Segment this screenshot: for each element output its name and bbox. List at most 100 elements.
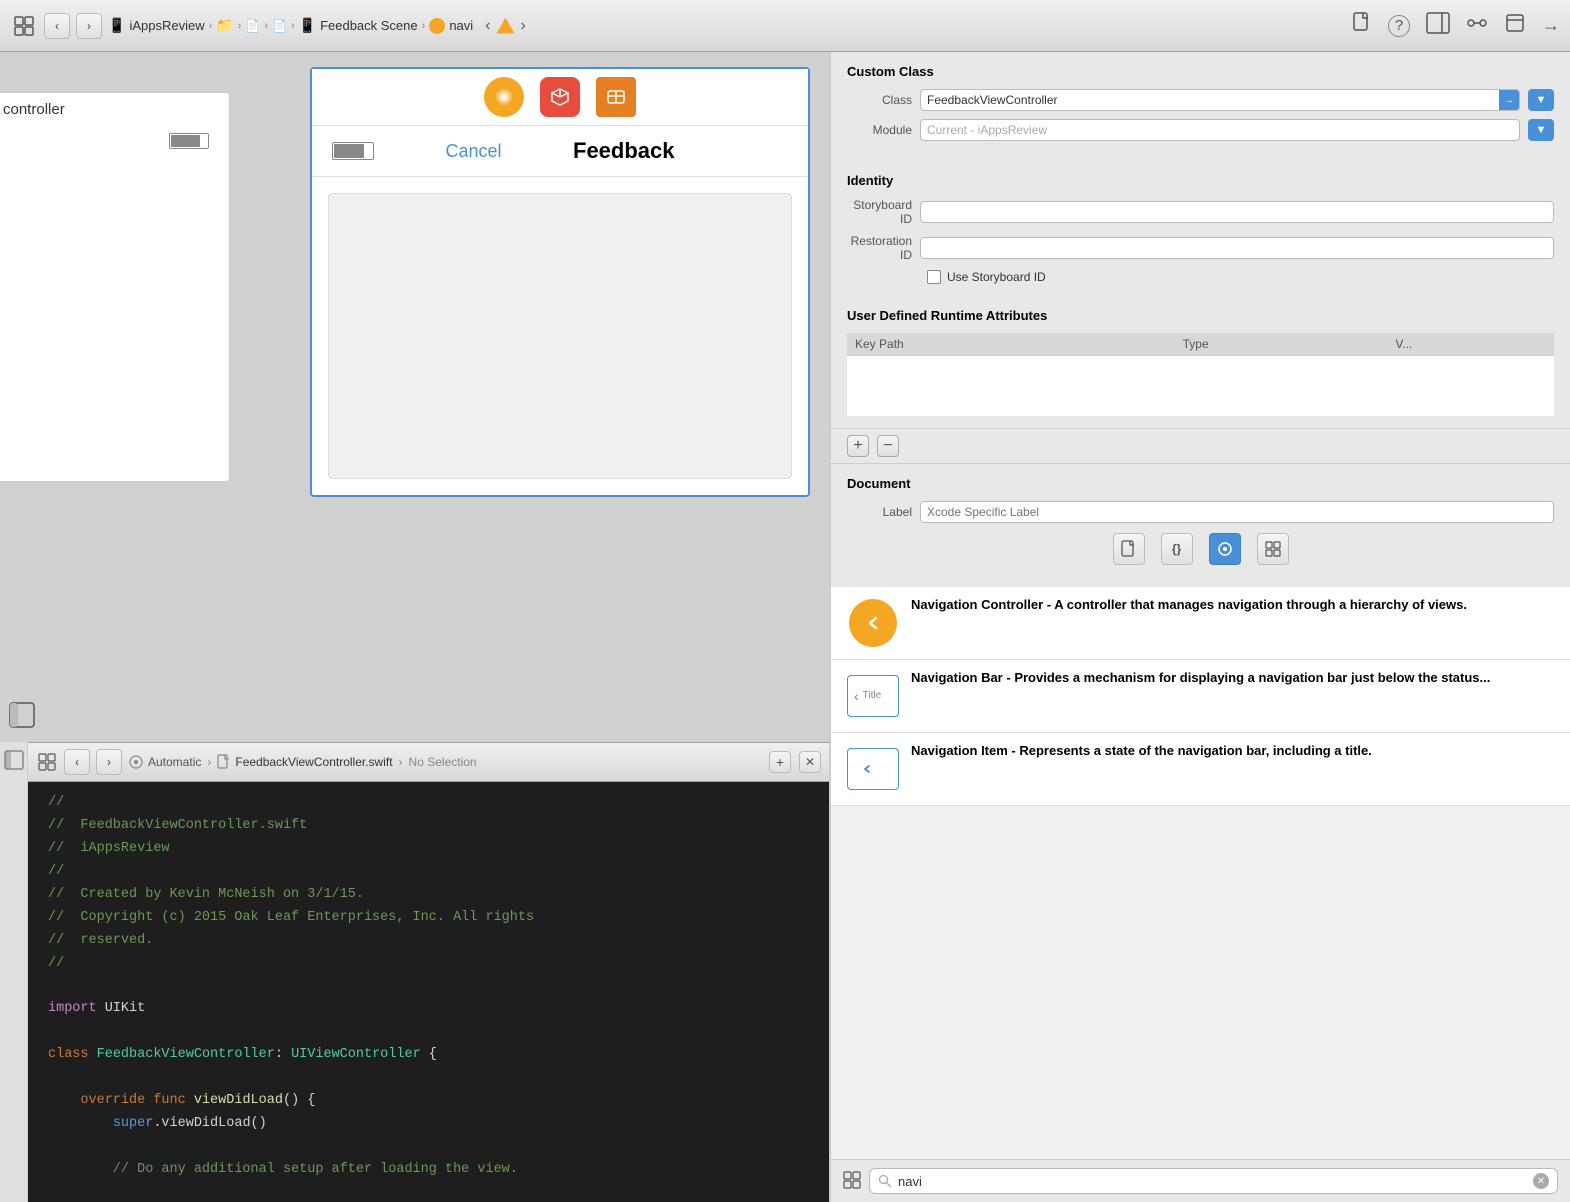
code-mode-label[interactable]: Automatic [148,755,201,769]
label-input[interactable] [920,501,1554,523]
feedback-content-area [328,193,792,479]
nav-left-arrow[interactable]: ‹ [485,17,490,35]
code-line-15: super.viewDidLoad() [48,1113,809,1136]
runtime-table: Key Path Type V... [847,333,1554,416]
battery-right [332,142,374,160]
code-selection-label[interactable]: No Selection [409,755,477,769]
runtime-table-header: Key Path Type V... [847,333,1554,356]
breadcrumb-doc1[interactable]: 📄 [245,19,260,33]
runtime-empty-row [847,356,1554,416]
breadcrumb-feedback[interactable]: navi [429,18,473,34]
help-icon[interactable]: ? [1388,15,1410,37]
nav-bar-item[interactable]: ‹ Title Navigation Bar - Provides a mech… [831,660,1570,733]
warning-icon [497,18,515,34]
grid-icon[interactable] [10,12,38,40]
runtime-add-btn[interactable]: + [847,435,869,457]
connect-icon[interactable] [1466,12,1488,39]
nav-back-button[interactable]: ‹ [44,13,70,39]
type-header: Type [1175,333,1388,356]
code-line-2: // FeedbackViewController.swift [48,815,809,838]
breadcrumb-iappsreview[interactable]: 📱 iAppsReview [108,17,205,34]
nav-bar-icon-container: ‹ Title [847,670,899,722]
toolbar-right-group: ? → [1352,12,1560,39]
class-dropdown-btn[interactable]: ▼ [1528,89,1554,111]
search-grid-icon[interactable] [843,1171,861,1192]
feedback-title: Feedback [573,138,675,164]
cancel-button[interactable]: Cancel [445,141,501,162]
nav-item-desc: Represents a state of the navigation bar… [1019,743,1372,758]
close-editor-button[interactable]: ✕ [799,751,821,773]
canvas-area: controller [0,52,829,742]
debug-icon[interactable] [1504,12,1526,39]
breadcrumb-folder[interactable]: 📁 [216,17,233,34]
search-input-wrapper: ✕ [869,1168,1558,1194]
nav-item-title: Navigation Item - Represents a state of … [911,743,1554,758]
left-bottom-container: ‹ › Automatic › FeedbackViewController.s… [0,742,829,1202]
restoration-id-label: Restoration ID [847,234,912,262]
code-editor: // // FeedbackViewController.swift // iA… [28,782,829,1202]
search-clear-button[interactable]: ✕ [1533,1173,1549,1189]
nav-bar-chevron-icon: ‹ [854,688,859,704]
feedback-controller: Cancel Feedback [310,67,810,497]
breadcrumb-doc2[interactable]: 📄 [272,19,287,33]
storyboard-id-input[interactable] [920,201,1554,223]
code-line-7: // reserved. [48,930,809,953]
add-assistant-button[interactable]: + [769,751,791,773]
nav-bar-desc: Provides a mechanism for displaying a na… [1014,670,1490,685]
value-header: V... [1387,333,1554,356]
breadcrumb-sep-3: › [264,20,268,32]
code-line-6: // Copyright (c) 2015 Oak Leaf Enterpris… [48,907,809,930]
code-line-5: // Created by Kevin McNeish on 3/1/15. [48,884,809,907]
nav-controller-item[interactable]: Navigation Controller - A controller tha… [831,587,1570,660]
module-dropdown-btn[interactable]: ▼ [1528,119,1554,141]
code-line-10: import UIKit [48,998,809,1021]
doc-icon-btn[interactable] [1113,533,1145,565]
runtime-remove-btn[interactable]: − [877,435,899,457]
code-line-9 [48,976,809,999]
panel-toggle[interactable] [8,701,36,734]
document-icon[interactable] [1352,12,1372,39]
circle-icon-btn[interactable] [1209,533,1241,565]
module-label: Module [847,123,912,137]
custom-class-section: Custom Class Class FeedbackViewControlle… [831,52,1570,161]
nav-forward-button[interactable]: › [76,13,102,39]
module-row: Module Current - iAppsReview ▼ [847,119,1554,141]
code-nav-forward[interactable]: › [96,749,122,775]
class-arrow-btn[interactable]: → [1499,90,1519,110]
grid-icon-btn[interactable] [1257,533,1289,565]
code-line-17: // Do any additional setup after loading… [48,1159,809,1182]
curly-icon-btn[interactable]: {} [1161,533,1193,565]
code-line-3: // iAppsReview [48,838,809,861]
class-row: Class FeedbackViewController → ▼ [847,89,1554,111]
nav-item-name: Navigation Item [911,743,1008,758]
search-input[interactable] [898,1174,1527,1189]
nav-controller-icon-container [847,597,899,649]
code-file-label[interactable]: FeedbackViewController.swift [235,755,392,769]
code-line-8: // [48,953,809,976]
breadcrumb-sep-2: › [238,20,242,32]
icon-row: {} [847,533,1554,565]
storyboard-id-label: Storyboard ID [847,198,912,226]
nav-item-item[interactable]: Navigation Item - Represents a state of … [831,733,1570,806]
left-toggle-panel[interactable] [0,742,28,1202]
code-grid-icon[interactable] [36,751,58,773]
inspector-icon[interactable] [1426,12,1450,39]
use-storyboard-checkbox[interactable] [927,270,941,284]
identity-title: Identity [847,173,1554,188]
left-controller-card: controller [0,92,230,482]
use-storyboard-row: Use Storyboard ID [927,270,1554,284]
nav-right-arrow[interactable]: › [521,17,526,35]
code-editor-inner[interactable]: // // FeedbackViewController.swift // iA… [28,782,829,1202]
code-line-13 [48,1067,809,1090]
bottom-search: ✕ [831,1159,1570,1202]
restoration-id-input[interactable] [920,237,1554,259]
key-path-header: Key Path [847,333,1175,356]
code-nav-back[interactable]: ‹ [64,749,90,775]
code-toolbar: ‹ › Automatic › FeedbackViewController.s… [28,742,829,782]
breadcrumb-feedback-scene[interactable]: 📱 Feedback Scene [299,17,418,34]
run-icon[interactable]: → [1542,15,1560,36]
class-value[interactable]: FeedbackViewController [921,93,1499,107]
breadcrumb-sep-code2: › [399,755,403,769]
breadcrumb-sep-code: › [207,755,211,769]
module-placeholder[interactable]: Current - iAppsReview [920,119,1520,141]
